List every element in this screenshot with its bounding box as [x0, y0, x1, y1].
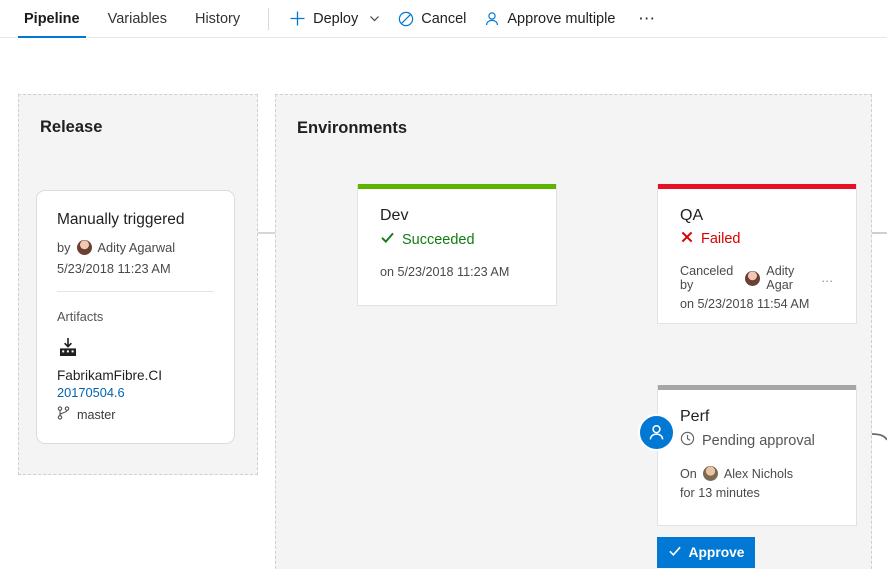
perf-status: Pending approval	[680, 431, 834, 450]
release-card-header: Manually triggered by Adity Agarwal 5/23…	[37, 191, 234, 292]
tab-pipeline[interactable]: Pipeline	[10, 0, 94, 38]
tab-history-label: History	[195, 11, 240, 27]
dev-status: Succeeded	[380, 230, 534, 249]
environment-card-perf[interactable]: Perf Pending approval On Alex Nichols fo…	[657, 385, 857, 526]
branch-icon	[57, 406, 70, 423]
person-icon	[484, 11, 500, 27]
perf-card-body: Perf Pending approval On Alex Nichols fo…	[658, 390, 856, 500]
plus-icon	[289, 10, 306, 27]
dev-card-body: Dev Succeeded on 5/23/2018 11:23 AM	[358, 189, 556, 279]
check-icon	[668, 544, 682, 561]
dev-detail-date: on 5/23/2018 11:23 AM	[380, 265, 534, 279]
approve-multiple-label: Approve multiple	[507, 11, 615, 27]
perf-detail-person-row: On Alex Nichols	[680, 466, 834, 481]
cancel-icon	[398, 11, 414, 27]
dev-name: Dev	[380, 207, 534, 225]
cross-icon	[680, 230, 694, 248]
clock-icon	[680, 431, 695, 450]
toolbar-divider	[268, 8, 269, 30]
artifact-name: FabrikamFibre.CI	[57, 368, 214, 383]
approve-multiple-button[interactable]: Approve multiple	[475, 4, 624, 34]
deploy-label: Deploy	[313, 11, 358, 27]
more-options-button[interactable]: ⋯	[632, 4, 662, 34]
perf-detail-prefix: On	[680, 467, 697, 481]
qa-detail-person: Adity Agar	[766, 264, 815, 292]
qa-detail-truncation: …	[821, 271, 834, 285]
approve-button[interactable]: Approve	[657, 537, 755, 568]
deploy-button[interactable]: Deploy	[280, 4, 389, 34]
pipeline-canvas: Release Manually triggered by Adity Agar…	[0, 38, 887, 569]
cancel-button[interactable]: Cancel	[389, 4, 475, 34]
command-bar: Pipeline Variables History Deploy Cancel	[0, 0, 887, 38]
build-artifact-icon	[57, 337, 214, 363]
artifacts-section: Artifacts FabrikamFibre.CI 20170504.6	[37, 292, 234, 423]
pending-approval-badge[interactable]	[638, 414, 675, 451]
perf-detail-person: Alex Nichols	[724, 467, 793, 481]
perf-name: Perf	[680, 408, 834, 426]
qa-detail-date: on 5/23/2018 11:54 AM	[680, 297, 834, 311]
tab-variables[interactable]: Variables	[94, 0, 181, 38]
release-author-name: Adity Agarwal	[98, 240, 176, 255]
qa-detail-person-row: Canceled by Adity Agar …	[680, 264, 834, 292]
environment-card-dev[interactable]: Dev Succeeded on 5/23/2018 11:23 AM	[357, 184, 557, 306]
release-date: 5/23/2018 11:23 AM	[57, 261, 214, 276]
avatar	[703, 466, 718, 481]
qa-detail-prefix: Canceled by	[680, 264, 739, 292]
qa-status-label: Failed	[701, 231, 741, 247]
environments-panel-title: Environments	[297, 119, 407, 138]
avatar	[745, 271, 760, 286]
chevron-down-icon[interactable]	[369, 13, 380, 24]
artifacts-label: Artifacts	[57, 309, 214, 324]
release-author-row: by Adity Agarwal	[57, 240, 214, 255]
artifact-branch-row: master	[57, 406, 214, 423]
qa-status: Failed	[680, 230, 834, 248]
approve-button-label: Approve	[689, 545, 745, 560]
qa-card-body: QA Failed Canceled by Adity Agar … on 5/…	[658, 189, 856, 311]
artifact-version-link[interactable]: 20170504.6	[57, 385, 214, 400]
avatar	[77, 240, 92, 255]
perf-status-label: Pending approval	[702, 433, 815, 449]
perf-detail-duration: for 13 minutes	[680, 486, 834, 500]
environment-card-qa[interactable]: QA Failed Canceled by Adity Agar … on 5/…	[657, 184, 857, 324]
tab-history[interactable]: History	[181, 0, 254, 38]
tab-variables-label: Variables	[108, 11, 167, 27]
cancel-label: Cancel	[421, 11, 466, 27]
release-trigger-title: Manually triggered	[57, 211, 214, 229]
artifact-branch-name: master	[77, 408, 116, 422]
check-icon	[380, 230, 395, 249]
dev-status-label: Succeeded	[402, 232, 475, 248]
more-options-icon: ⋯	[638, 9, 657, 29]
tab-pipeline-label: Pipeline	[24, 11, 80, 27]
qa-name: QA	[680, 207, 834, 225]
release-panel-title: Release	[40, 118, 102, 137]
release-by-label: by	[57, 240, 71, 255]
release-card[interactable]: Manually triggered by Adity Agarwal 5/23…	[36, 190, 235, 444]
